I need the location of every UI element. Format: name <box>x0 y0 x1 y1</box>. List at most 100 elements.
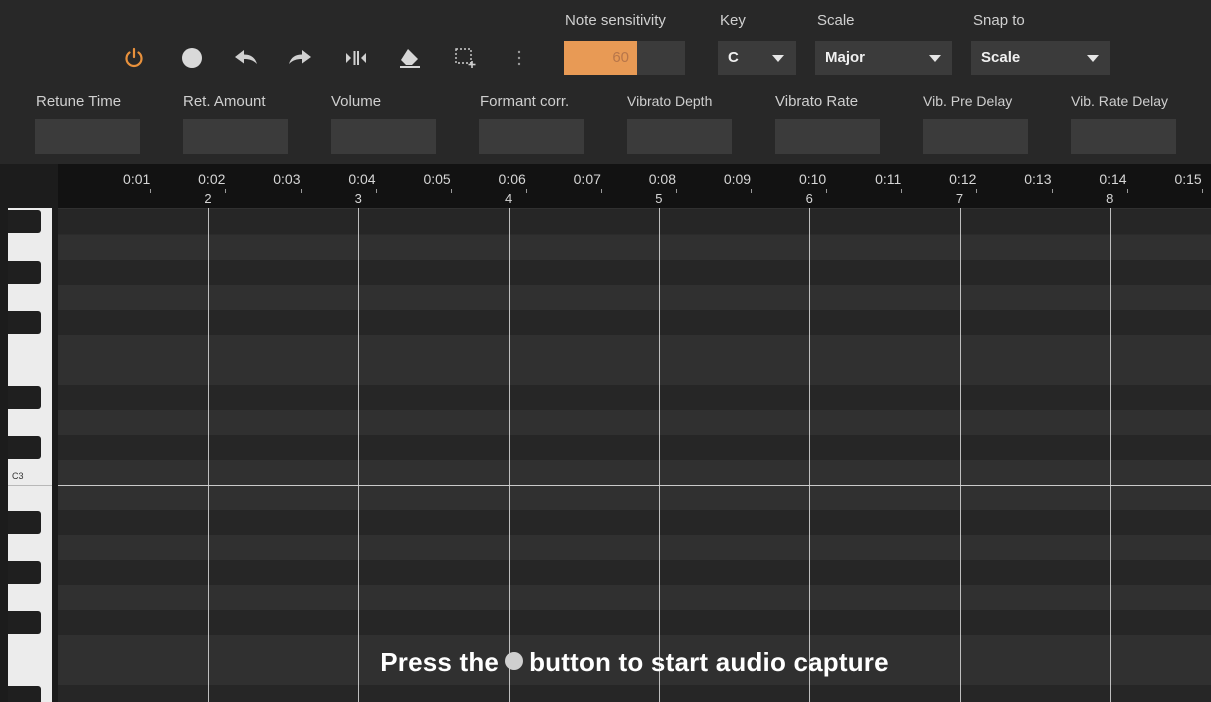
time-tick-label: 0:07 <box>573 171 601 187</box>
scale-dropdown[interactable]: Major <box>815 41 952 75</box>
bar-line <box>508 208 510 702</box>
eraser-icon[interactable] <box>396 44 424 72</box>
time-tick-mark <box>1051 189 1053 193</box>
time-tick-mark <box>375 189 377 193</box>
undo-icon[interactable] <box>232 44 260 72</box>
bar-line <box>809 208 811 702</box>
black-key[interactable] <box>8 511 41 535</box>
power-icon[interactable] <box>120 44 148 72</box>
time-tick-label: 0:15 <box>1174 171 1202 187</box>
scale-value: Major <box>825 49 866 66</box>
chevron-down-icon <box>929 55 941 62</box>
pitch-lane <box>58 685 1211 702</box>
black-key[interactable] <box>8 435 41 459</box>
bar-number: 8 <box>1106 191 1114 206</box>
note-sensitivity-value: 60 <box>612 49 629 66</box>
piano-keyboard[interactable]: C3 <box>8 208 52 702</box>
select-icon[interactable] <box>452 44 480 72</box>
time-tick-label: 0:12 <box>949 171 977 187</box>
retune-time-field[interactable] <box>35 119 140 154</box>
time-tick-label: 0:13 <box>1024 171 1052 187</box>
vibrato-rate-field[interactable] <box>775 119 880 154</box>
pitch-lane <box>58 284 1211 310</box>
vib-pre-delay-field[interactable] <box>923 119 1028 154</box>
more-icon[interactable] <box>505 44 533 72</box>
time-tick-mark <box>225 189 227 193</box>
retune-time-label: Retune Time <box>36 93 122 110</box>
toolbar: Note sensitivity 60 Key C Scale Major Sn… <box>0 0 1211 164</box>
bar-line <box>208 208 209 702</box>
bar-number: 3 <box>354 191 362 206</box>
snap-to-value: Scale <box>981 49 1021 66</box>
black-key[interactable] <box>8 561 41 585</box>
pitch-lane <box>58 459 1211 485</box>
pitch-lane <box>58 434 1211 460</box>
note-sensitivity-slider[interactable]: 60 <box>564 41 685 75</box>
vibrato-depth-field[interactable] <box>627 119 732 154</box>
key-dropdown[interactable]: C <box>718 41 796 75</box>
scale-label: Scale <box>817 12 855 29</box>
pitch-lane <box>58 485 1211 510</box>
pitch-lane <box>58 535 1211 561</box>
chevron-down-icon <box>772 55 784 62</box>
pitch-lane <box>58 334 1211 360</box>
pitch-lane <box>58 585 1211 611</box>
pitch-grid[interactable]: Press the button to start audio capture <box>58 208 1211 702</box>
volume-field[interactable] <box>331 119 436 154</box>
black-key[interactable] <box>8 210 41 234</box>
time-tick-mark <box>676 189 677 193</box>
time-tick-label: 0:08 <box>648 171 676 187</box>
record-dot-icon <box>505 652 524 670</box>
time-tick-label: 0:09 <box>723 171 752 187</box>
vibrato-depth-label: Vibrato Depth <box>627 93 713 109</box>
pitch-lane <box>58 384 1211 410</box>
black-key[interactable] <box>8 611 41 635</box>
note-sensitivity-label: Note sensitivity <box>565 12 666 29</box>
black-key[interactable] <box>8 385 41 409</box>
record-icon[interactable] <box>178 44 206 72</box>
bar-line <box>658 208 660 702</box>
pitch-lane <box>58 209 1211 235</box>
octave-label: C3 <box>12 471 24 481</box>
black-key[interactable] <box>8 686 41 702</box>
time-tick-label: 0:04 <box>348 171 376 187</box>
redo-icon[interactable] <box>286 44 314 72</box>
formant-corr-field[interactable] <box>479 119 584 154</box>
ret-amount-field[interactable] <box>183 119 288 154</box>
time-tick-mark <box>1126 189 1128 193</box>
time-tick-label: 0:02 <box>198 171 226 187</box>
pitch-lane <box>58 560 1211 586</box>
pitch-lane <box>58 409 1211 435</box>
black-key[interactable] <box>8 260 41 284</box>
pitch-lane <box>58 259 1211 285</box>
time-tick-label: 0:01 <box>123 171 151 187</box>
vibrato-rate-label: Vibrato Rate <box>775 93 859 110</box>
volume-label: Volume <box>331 93 382 110</box>
snap-to-dropdown[interactable]: Scale <box>971 41 1110 75</box>
time-tick-mark <box>1201 189 1203 193</box>
octave-line <box>58 485 1211 486</box>
time-tick-label: 0:11 <box>875 171 902 187</box>
formant-corr-label: Formant corr. <box>480 93 570 110</box>
octave-key-line <box>8 485 52 486</box>
pitch-lane <box>58 234 1211 260</box>
time-tick-mark <box>300 189 302 193</box>
bar-line <box>1109 208 1111 702</box>
pitch-lane <box>58 309 1211 335</box>
ret-amount-label: Ret. Amount <box>183 93 266 110</box>
black-key[interactable] <box>8 310 41 334</box>
time-tick-label: 0:10 <box>798 171 827 187</box>
pitch-lane <box>58 510 1211 536</box>
capture-message-before: Press the <box>380 647 500 677</box>
time-tick-label: 0:05 <box>423 171 451 187</box>
time-tick-label: 0:03 <box>273 171 301 187</box>
bar-line <box>959 208 961 702</box>
bar-number: 7 <box>955 191 964 206</box>
bar-number: 2 <box>204 191 212 206</box>
vib-pre-delay-label: Vib. Pre Delay <box>923 93 1013 109</box>
timeline-ruler[interactable]: 0:01 0:02 0:03 0:04 0:05 0:06 0:07 0:08 0:09 0:10… <box>58 164 1211 208</box>
vib-rate-delay-field[interactable] <box>1071 119 1176 154</box>
split-icon[interactable] <box>342 44 370 72</box>
time-tick-mark <box>751 189 753 193</box>
time-tick-label: 0:14 <box>1099 171 1127 187</box>
